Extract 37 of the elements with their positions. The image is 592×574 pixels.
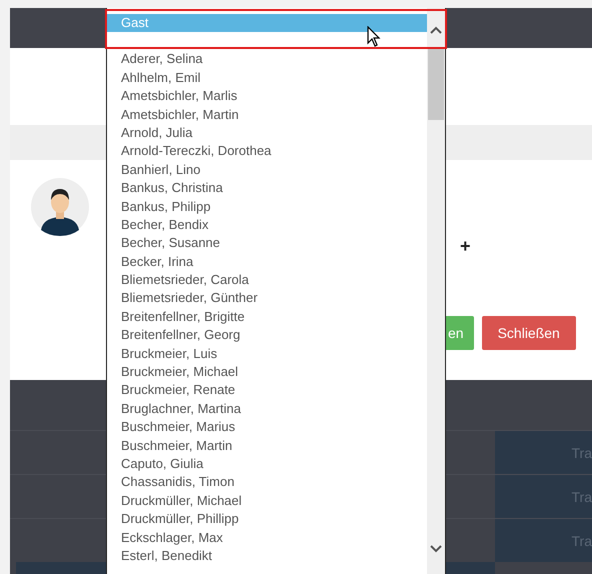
dropdown-option[interactable]: Eckschlager, Max (107, 528, 427, 547)
dropdown-option[interactable]: Arnold-Tereczki, Dorothea (107, 142, 427, 161)
dropdown-option[interactable]: Bruckmeier, Luis (107, 344, 427, 364)
chevron-up-icon[interactable] (430, 26, 442, 34)
dropdown-option[interactable]: Druckmüller, Phillipp (107, 510, 427, 529)
dropdown-option[interactable]: Bankus, Christina (107, 179, 427, 198)
dropdown-option[interactable]: Bruckmeier, Renate (107, 381, 427, 400)
dropdown-option[interactable]: Druckmüller, Michael (107, 492, 427, 510)
dropdown-option[interactable]: Ahlhelm, Emil (107, 68, 427, 88)
dropdown-option[interactable]: Becker, Irina (107, 252, 427, 272)
dropdown-option[interactable]: Bliemetsrieder, Carola (107, 271, 427, 290)
dropdown-option[interactable]: Buschmeier, Martin (107, 436, 427, 455)
dropdown-option[interactable]: Banhierl, Lino (107, 160, 427, 180)
chevron-down-icon[interactable] (430, 545, 442, 553)
add-icon[interactable]: + (460, 236, 471, 257)
scrollbar[interactable] (427, 8, 445, 574)
dropdown-option[interactable]: Chassanidis, Timon (107, 473, 427, 492)
close-button[interactable]: Schließen (482, 316, 576, 350)
dropdown-option[interactable]: Esterl, Benedikt (107, 546, 427, 566)
dropdown-option[interactable]: Arnold, Julia (107, 124, 427, 142)
dropdown-option[interactable]: Becher, Susanne (107, 234, 427, 253)
dropdown-option[interactable]: Ametsbichler, Marlis (107, 87, 427, 106)
dropdown-option[interactable]: Aderer, Selina (107, 50, 427, 69)
dropdown-option[interactable]: Bruglachner, Martina (107, 400, 427, 418)
dropdown-option[interactable]: Buschmeier, Marius (107, 418, 427, 437)
scrollbar-thumb[interactable] (428, 48, 444, 120)
dropdown-option[interactable]: Breitenfellner, Georg (107, 326, 427, 345)
dropdown-list[interactable] (106, 8, 446, 574)
mouse-pointer-icon (367, 26, 381, 48)
dropdown-option[interactable]: Bliemetsrieder, Günther (107, 289, 427, 308)
avatar-icon (31, 178, 89, 236)
dropdown-option[interactable]: Bankus, Philipp (107, 198, 427, 216)
dropdown-option[interactable]: Ametsbichler, Martin (107, 106, 427, 124)
dropdown-option[interactable]: Becher, Bendix (107, 216, 427, 234)
dropdown-option[interactable]: Caputo, Giulia (107, 454, 427, 474)
dropdown-option[interactable]: Breitenfellner, Brigitte (107, 308, 427, 326)
dropdown-option[interactable]: Bruckmeier, Michael (107, 363, 427, 382)
